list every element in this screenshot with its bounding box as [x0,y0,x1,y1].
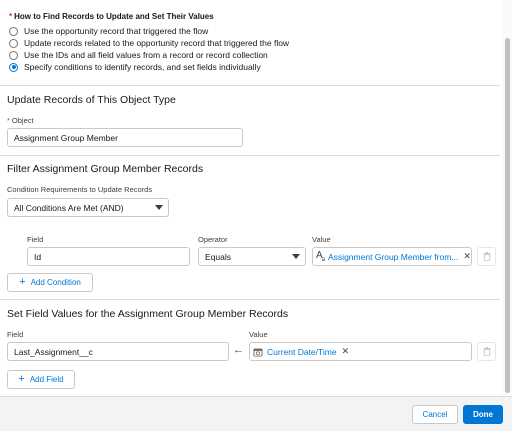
add-condition-button[interactable]: + Add Condition [7,273,93,292]
filter-field-label: Field [27,235,44,244]
condition-requirements-select[interactable]: All Conditions Are Met (AND) [7,198,169,217]
radio-option-related-records[interactable]: Update records related to the opportunit… [9,37,289,49]
radio-button[interactable] [9,38,18,48]
condition-operator-select[interactable]: Equals [198,247,306,266]
divider [0,299,500,300]
done-label: Done [473,410,493,419]
plus-icon: + [19,276,26,288]
condition-requirements-value: All Conditions Are Met (AND) [14,202,124,213]
scrollbar[interactable] [502,0,512,396]
set-field-input[interactable]: Last_Assignment__c [7,342,229,361]
condition-value-input[interactable]: Aa Assignment Group Member from... ✕ [312,247,472,266]
condition-requirements-label: Condition Requirements to Update Records [7,185,153,194]
required-marker: * [9,12,13,21]
object-value: Assignment Group Member [14,132,118,143]
object-label: * Object [7,116,34,125]
scrollbar-thumb[interactable] [505,38,510,393]
filter-value-label: Value [312,235,331,244]
left-arrow-icon: ← [233,344,244,356]
condition-value-pill[interactable]: Assignment Group Member from... [328,252,458,262]
modal-footer: Cancel Done [0,396,512,431]
radio-option-ids-from-record[interactable]: Use the IDs and all field values from a … [9,49,268,61]
radio-label: Use the opportunity record that triggere… [24,26,209,36]
trash-icon [483,252,490,261]
condition-operator-value: Equals [205,251,231,262]
radio-label: Specify conditions to identify records, … [24,62,261,72]
radio-button-selected[interactable] [9,62,18,72]
plus-icon: + [18,373,25,385]
delete-field-button[interactable] [477,342,496,361]
radio-label: Update records related to the opportunit… [24,38,290,48]
cancel-label: Cancel [422,410,448,419]
radio-button[interactable] [9,50,18,60]
set-fields-section-title: Set Field Values for the Assignment Grou… [7,308,289,320]
set-value-label: Value [249,330,268,339]
condition-field-input[interactable]: Id [27,247,190,266]
done-button[interactable]: Done [463,405,503,424]
set-field-value: Last_Assignment__c [14,346,93,357]
chevron-down-icon [155,205,163,210]
divider [0,85,500,86]
close-icon[interactable]: ✕ [463,251,471,262]
set-value-input[interactable]: Current Date/Time ✕ [249,342,472,361]
object-input[interactable]: Assignment Group Member [7,128,243,147]
trash-icon [483,347,490,356]
set-value-pill[interactable]: Current Date/Time [267,347,337,357]
set-field-label: Field [7,330,24,339]
chevron-down-icon [292,254,300,259]
radio-label: Use the IDs and all field values from a … [24,50,268,60]
filter-operator-label: Operator [198,235,228,244]
find-records-title: * How to Find Records to Update and Set T… [9,12,214,21]
filter-section-title: Filter Assignment Group Member Records [7,163,204,175]
condition-field-value: Id [34,251,42,262]
add-field-button[interactable]: + Add Field [7,370,75,389]
radio-option-triggering-record[interactable]: Use the opportunity record that triggere… [9,25,208,37]
cancel-button[interactable]: Cancel [412,405,458,424]
add-condition-label: Add Condition [30,278,81,287]
object-section-title: Update Records of This Object Type [7,94,176,106]
add-field-label: Add Field [29,375,64,384]
delete-condition-button[interactable] [477,247,496,266]
required-marker: * [7,116,10,125]
radio-option-specify-conditions[interactable]: Specify conditions to identify records, … [9,61,261,73]
divider [0,155,500,156]
text-resource-icon: Aa [316,250,325,263]
calendar-icon [253,348,263,356]
close-icon[interactable]: ✕ [342,346,350,357]
radio-button[interactable] [9,26,18,36]
